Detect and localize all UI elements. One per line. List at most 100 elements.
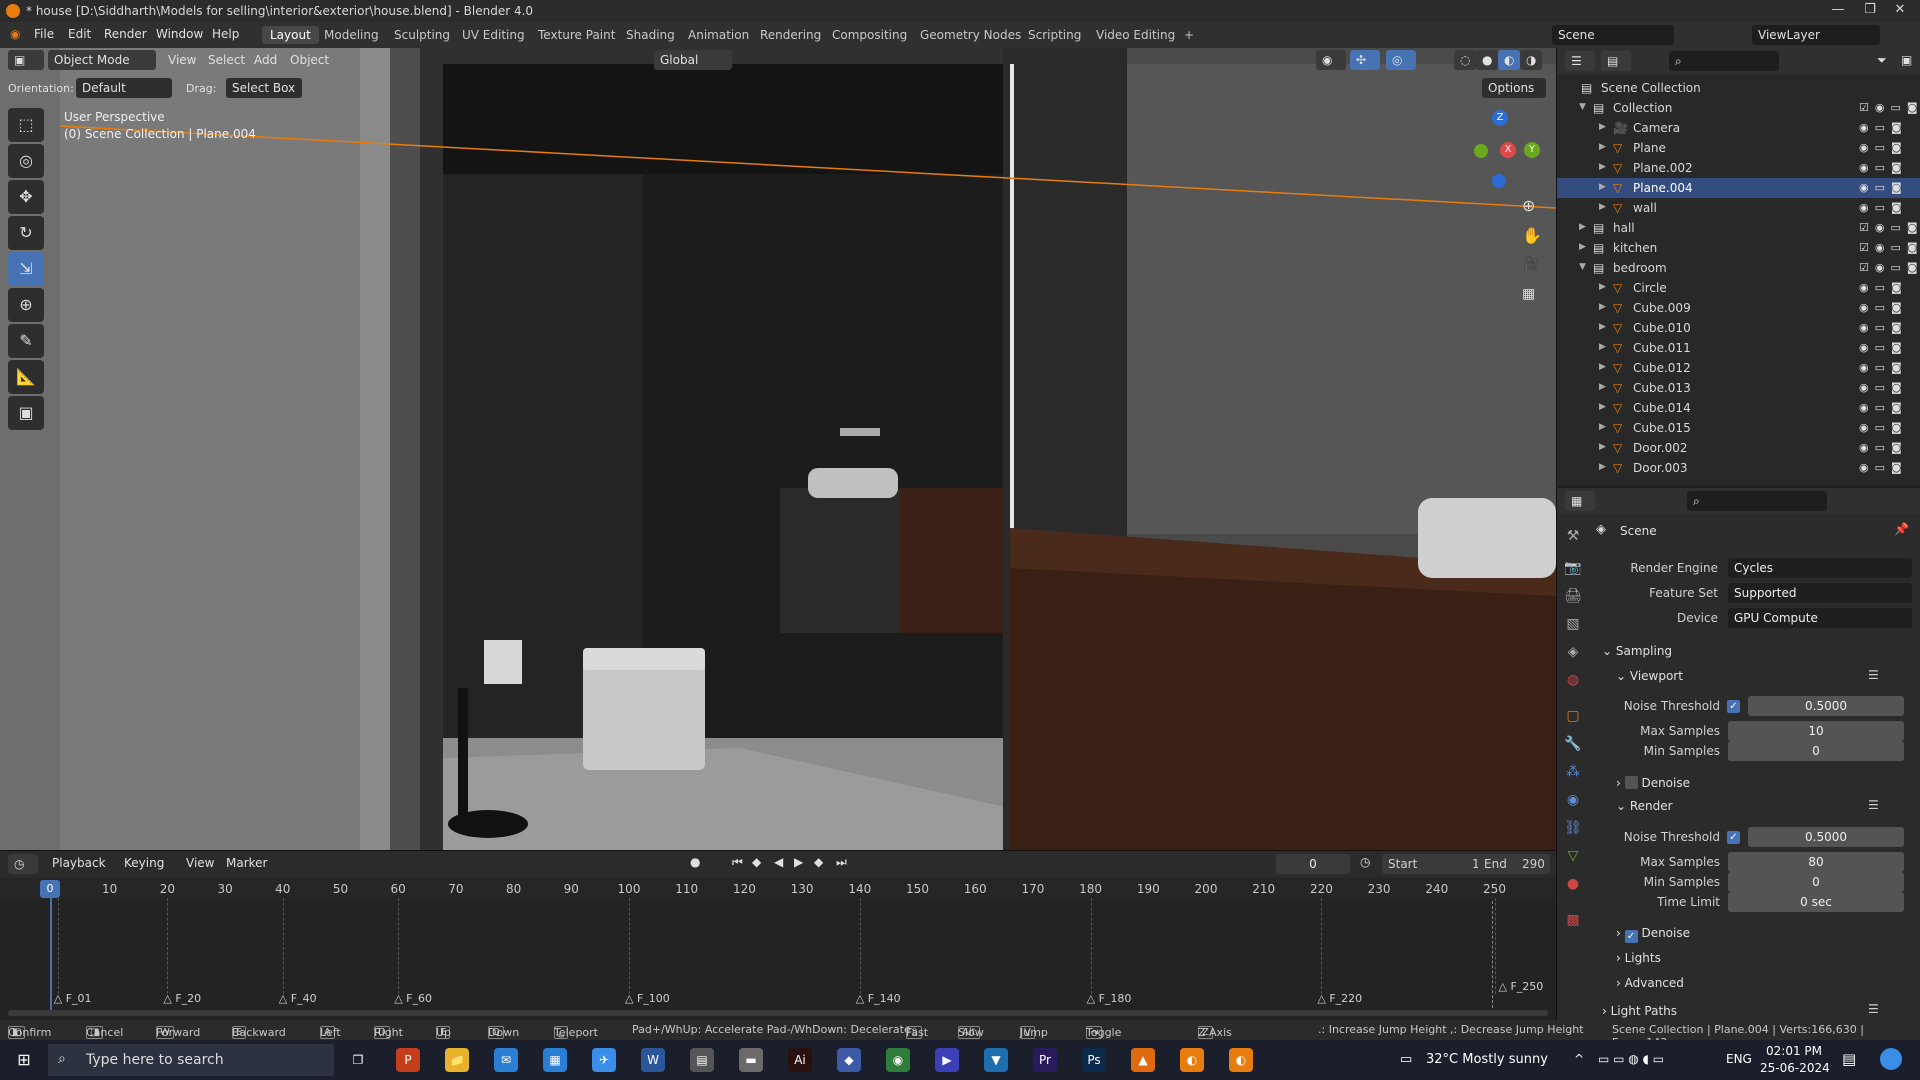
windows-start-icon[interactable]: ⊞ bbox=[12, 1048, 36, 1072]
timeline-marker[interactable]: △ F_180 bbox=[1087, 992, 1132, 1005]
expand-toggle-icon[interactable]: ▶ bbox=[1599, 302, 1606, 312]
add-workspace-button[interactable]: + bbox=[1176, 26, 1202, 44]
language-indicator[interactable]: ENG bbox=[1726, 1052, 1752, 1066]
r-denoise-subpanel[interactable]: › ✓ Denoise bbox=[1616, 926, 1690, 943]
taskbar-search-box[interactable]: ⌕ Type here to search bbox=[48, 1044, 334, 1076]
r-noise-threshold-checkbox[interactable]: ✓ bbox=[1727, 831, 1740, 844]
viewport-menu-object[interactable]: Object bbox=[290, 53, 329, 67]
tab-uv-editing[interactable]: UV Editing bbox=[454, 26, 533, 44]
visibility-icon[interactable]: ◉ bbox=[1316, 50, 1346, 70]
zoom-icon[interactable]: ⊕ bbox=[1522, 196, 1535, 215]
outliner-scene-collection[interactable]: ▤ Scene Collection bbox=[1557, 78, 1920, 98]
device-dropdown[interactable]: GPU Compute bbox=[1728, 608, 1912, 628]
time-limit-field[interactable]: 0 sec bbox=[1728, 892, 1904, 912]
expand-toggle-icon[interactable]: ▶ bbox=[1599, 202, 1606, 212]
shading-material-icon[interactable]: ◐ bbox=[1498, 50, 1520, 70]
taskbar-app-icon[interactable]: Ps bbox=[1082, 1048, 1106, 1072]
taskbar-app-icon[interactable]: ◐ bbox=[1180, 1048, 1204, 1072]
outliner-row-cube-009[interactable]: ▶ ▽ Cube.009 ◉▭◙ bbox=[1557, 298, 1920, 318]
visibility-toggles[interactable]: ☑◉▭◙ bbox=[1859, 261, 1918, 274]
tab-texture-paint[interactable]: Texture Paint bbox=[530, 26, 623, 44]
shading-rendered-icon[interactable]: ◑ bbox=[1520, 50, 1542, 70]
expand-toggle-icon[interactable]: ▶ bbox=[1599, 122, 1606, 132]
particles-tab-icon[interactable]: ⁂ bbox=[1560, 764, 1586, 788]
properties-search-input[interactable]: ⌕ bbox=[1687, 491, 1827, 511]
taskbar-app-icon[interactable]: ✈ bbox=[592, 1048, 616, 1072]
outliner-row-plane-004[interactable]: ▶ ▽ Plane.004 ◉▭◙ bbox=[1557, 178, 1920, 198]
annotate-tool-icon[interactable]: ✎ bbox=[8, 324, 44, 358]
viewport-menu-select[interactable]: Select bbox=[208, 53, 245, 67]
render-engine-dropdown[interactable]: Cycles bbox=[1728, 558, 1912, 578]
prev-keyframe-icon[interactable]: ◆ bbox=[752, 855, 761, 869]
advanced-subpanel[interactable]: › Advanced bbox=[1616, 976, 1684, 990]
timeline-marker[interactable]: △ F_250 bbox=[1499, 980, 1544, 993]
expand-toggle-icon[interactable]: ▼ bbox=[1579, 102, 1586, 112]
visibility-toggles[interactable]: ◉▭◙ bbox=[1859, 421, 1917, 434]
tab-video-editing[interactable]: Video Editing bbox=[1088, 26, 1183, 44]
taskbar-app-icon[interactable]: Ai bbox=[788, 1048, 812, 1072]
expand-toggle-icon[interactable]: ▶ bbox=[1599, 422, 1606, 432]
tab-animation[interactable]: Animation bbox=[680, 26, 757, 44]
tray-icons[interactable]: ▭ ▭ ◍ ◖ ▭ bbox=[1598, 1052, 1664, 1066]
outliner-row-door-003[interactable]: ▶ ▽ Door.003 ◉▭◙ bbox=[1557, 458, 1920, 478]
pin-icon[interactable]: 📌 bbox=[1894, 522, 1909, 536]
add-cube-tool-icon[interactable]: ▣ bbox=[8, 396, 44, 430]
outliner-row-collection[interactable]: ▼ ▤ Collection ☑◉▭◙ bbox=[1557, 98, 1920, 118]
expand-toggle-icon[interactable]: ▶ bbox=[1599, 382, 1606, 392]
measure-tool-icon[interactable]: 📐 bbox=[8, 360, 44, 394]
r-denoise-checkbox[interactable]: ✓ bbox=[1624, 930, 1638, 943]
viewport-presets-icon[interactable]: ☰ bbox=[1868, 668, 1879, 682]
physics-tab-icon[interactable]: ◉ bbox=[1560, 792, 1586, 816]
tab-compositing[interactable]: Compositing bbox=[824, 26, 915, 44]
new-collection-icon[interactable]: ▣ bbox=[1901, 53, 1912, 67]
taskbar-app-icon[interactable]: ▤ bbox=[690, 1048, 714, 1072]
viewport-menu-add[interactable]: Add bbox=[254, 53, 277, 67]
taskbar-app-icon[interactable]: ▶ bbox=[935, 1048, 959, 1072]
transform-tool-icon[interactable]: ⊕ bbox=[8, 288, 44, 322]
r-max-samples-field[interactable]: 80 bbox=[1728, 852, 1904, 872]
taskbar-app-icon[interactable]: ◆ bbox=[837, 1048, 861, 1072]
tab-shading[interactable]: Shading bbox=[618, 26, 683, 44]
jump-end-icon[interactable]: ⏭ bbox=[836, 855, 847, 870]
expand-toggle-icon[interactable]: ▶ bbox=[1599, 362, 1606, 372]
menu-file[interactable]: File bbox=[34, 27, 54, 41]
visibility-toggles[interactable]: ◉▭◙ bbox=[1859, 401, 1917, 414]
expand-toggle-icon[interactable]: ▶ bbox=[1599, 442, 1606, 452]
preview-range-icon[interactable]: ◷ bbox=[1360, 855, 1370, 869]
outliner-row-cube-012[interactable]: ▶ ▽ Cube.012 ◉▭◙ bbox=[1557, 358, 1920, 378]
outliner-row-cube-011[interactable]: ▶ ▽ Cube.011 ◉▭◙ bbox=[1557, 338, 1920, 358]
tray-chevron-icon[interactable]: ^ bbox=[1574, 1052, 1584, 1066]
record-icon[interactable]: ● bbox=[690, 855, 700, 869]
gizmo-neg-y[interactable] bbox=[1474, 144, 1488, 158]
current-frame-field[interactable]: 0 bbox=[1276, 854, 1350, 874]
outliner-row-circle[interactable]: ▶ ▽ Circle ◉▭◙ bbox=[1557, 278, 1920, 298]
light-paths-presets-icon[interactable]: ☰ bbox=[1868, 1002, 1879, 1016]
outliner-row-cube-013[interactable]: ▶ ▽ Cube.013 ◉▭◙ bbox=[1557, 378, 1920, 398]
playhead[interactable]: 0 bbox=[40, 880, 60, 898]
menu-window[interactable]: Window bbox=[156, 27, 203, 41]
visibility-toggles[interactable]: ◉▭◙ bbox=[1859, 121, 1917, 134]
taskbar-app-icon[interactable]: ▦ bbox=[543, 1048, 567, 1072]
perspective-toggle-icon[interactable]: ▦ bbox=[1522, 286, 1535, 302]
pan-hand-icon[interactable]: ✋ bbox=[1522, 226, 1542, 245]
timeline-marker[interactable]: △ F_220 bbox=[1317, 992, 1362, 1005]
shading-solid-icon[interactable]: ● bbox=[1476, 50, 1498, 70]
lights-subpanel[interactable]: › Lights bbox=[1616, 951, 1661, 965]
menu-help[interactable]: Help bbox=[212, 27, 239, 41]
timeline-marker[interactable]: △ F_60 bbox=[394, 992, 432, 1005]
menu-render[interactable]: Render bbox=[104, 27, 147, 41]
blender-menu-icon[interactable]: ◉ bbox=[10, 27, 20, 41]
tab-geometry-nodes[interactable]: Geometry Nodes bbox=[912, 26, 1029, 44]
visibility-toggles[interactable]: ☑◉▭◙ bbox=[1859, 221, 1918, 234]
timeline-marker[interactable]: △ F_20 bbox=[163, 992, 201, 1005]
vp-denoise-subpanel[interactable]: › Denoise bbox=[1616, 774, 1690, 790]
expand-toggle-icon[interactable]: ▶ bbox=[1599, 162, 1606, 172]
gizmo-y-axis[interactable]: Y bbox=[1524, 142, 1540, 158]
expand-toggle-icon[interactable]: ▶ bbox=[1599, 342, 1606, 352]
render-presets-icon[interactable]: ☰ bbox=[1868, 798, 1879, 812]
shading-wireframe-icon[interactable]: ◌ bbox=[1454, 50, 1476, 70]
scale-tool-icon[interactable]: ⇲ bbox=[8, 252, 44, 286]
timeline-menu-playback[interactable]: Playback bbox=[52, 856, 106, 870]
outliner-row-wall[interactable]: ▶ ▽ wall ◉▭◙ bbox=[1557, 198, 1920, 218]
tab-rendering[interactable]: Rendering bbox=[752, 26, 829, 44]
